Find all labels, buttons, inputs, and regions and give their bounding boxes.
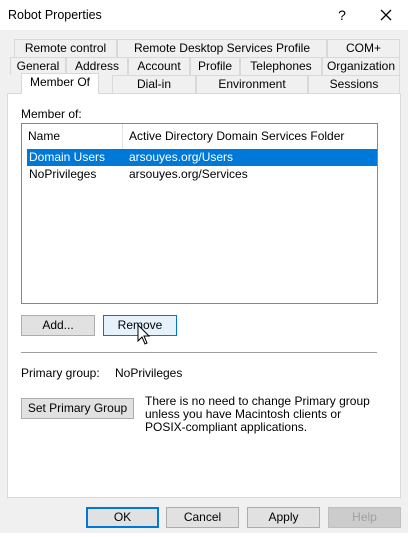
separator xyxy=(21,352,377,353)
column-header-folder[interactable]: Active Directory Domain Services Folder xyxy=(123,124,373,149)
row-name: Domain Users xyxy=(29,150,106,164)
add-button[interactable]: Add... xyxy=(21,315,95,336)
table-row[interactable]: NoPrivileges arsouyes.org/Services xyxy=(27,166,377,183)
table-row[interactable]: Domain Users arsouyes.org/Users xyxy=(27,149,377,166)
member-of-label: Member of: xyxy=(21,107,82,121)
primary-group-note: There is no need to change Primary group… xyxy=(145,394,370,434)
row-folder: arsouyes.org/Services xyxy=(129,167,248,181)
member-of-list[interactable]: Name Active Directory Domain Services Fo… xyxy=(21,123,378,304)
mouse-pointer-icon xyxy=(137,324,151,345)
column-header-name[interactable]: Name xyxy=(22,124,122,149)
primary-group-label: Primary group: xyxy=(21,366,100,380)
row-name: NoPrivileges xyxy=(29,167,97,181)
list-header: Name Active Directory Domain Services Fo… xyxy=(22,124,377,149)
set-primary-group-button[interactable]: Set Primary Group xyxy=(21,398,134,419)
primary-group-value: NoPrivileges xyxy=(115,366,183,380)
row-folder: arsouyes.org/Users xyxy=(129,150,234,164)
